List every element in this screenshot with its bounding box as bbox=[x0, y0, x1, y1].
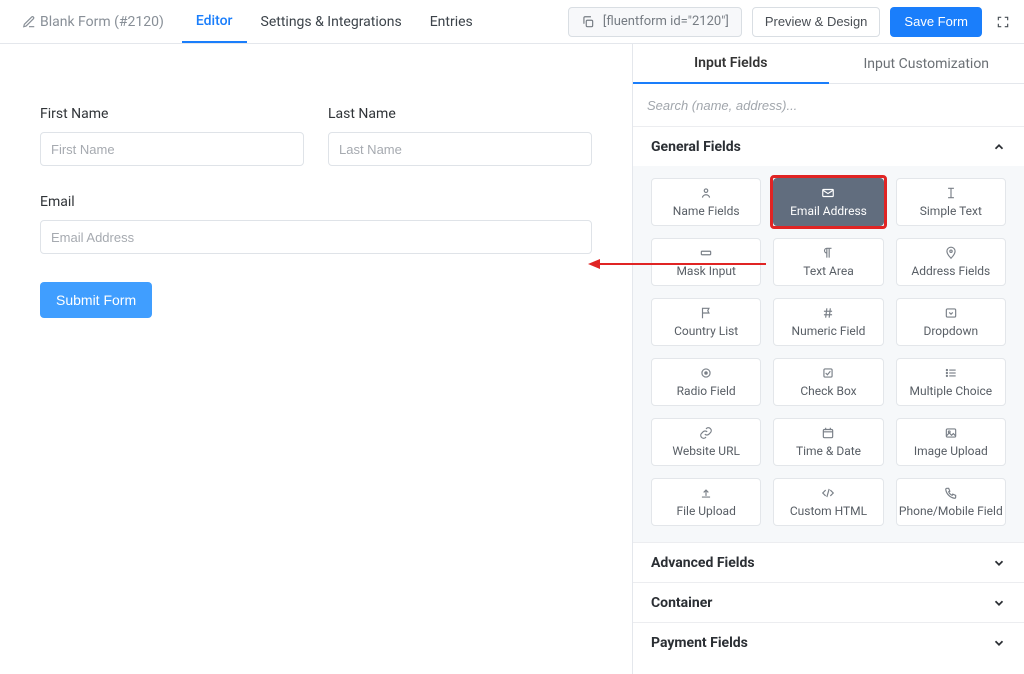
upload-icon bbox=[699, 486, 713, 500]
link-icon bbox=[699, 426, 713, 440]
tab-input-customization[interactable]: Input Customization bbox=[829, 44, 1024, 84]
envelope-icon bbox=[821, 186, 835, 200]
section-container[interactable]: Container bbox=[633, 582, 1024, 622]
section-advanced-label: Advanced Fields bbox=[651, 555, 755, 571]
tile-simple-text[interactable]: Simple Text bbox=[896, 178, 1006, 226]
tile-dropdown[interactable]: Dropdown bbox=[896, 298, 1006, 346]
chevron-down-icon bbox=[992, 636, 1006, 650]
top-right: [fluentform id="2120"] Preview & Design … bbox=[568, 7, 1014, 37]
section-general-label: General Fields bbox=[651, 139, 741, 155]
tile-email-address[interactable]: Email Address bbox=[773, 178, 883, 226]
tile-file-upload[interactable]: File Upload bbox=[651, 478, 761, 526]
email-label: Email bbox=[40, 194, 592, 210]
tile-address-fields[interactable]: Address Fields bbox=[896, 238, 1006, 286]
save-form-button[interactable]: Save Form bbox=[890, 7, 982, 37]
section-advanced-fields[interactable]: Advanced Fields bbox=[633, 542, 1024, 582]
last-name-label: Last Name bbox=[328, 106, 592, 122]
main-area: First Name Last Name Email Submit Form I… bbox=[0, 44, 1024, 674]
collapsed-sections: Advanced Fields Container Payment Fields bbox=[633, 542, 1024, 662]
email-input[interactable] bbox=[40, 220, 592, 254]
annotation-highlight bbox=[770, 175, 886, 229]
tile-country-list[interactable]: Country List bbox=[651, 298, 761, 346]
header-tabs: Editor Settings & Integrations Entries bbox=[182, 0, 487, 43]
shortcode-display[interactable]: [fluentform id="2120"] bbox=[568, 7, 742, 37]
phone-icon bbox=[944, 486, 958, 500]
text-cursor-icon bbox=[944, 186, 958, 200]
flag-icon bbox=[699, 306, 713, 320]
fullscreen-toggle[interactable] bbox=[992, 15, 1014, 29]
tile-time-date[interactable]: Time & Date bbox=[773, 418, 883, 466]
tab-entries[interactable]: Entries bbox=[416, 0, 487, 43]
sidebar-search-input[interactable] bbox=[647, 98, 1010, 113]
top-bar: Blank Form (#2120) Editor Settings & Int… bbox=[0, 0, 1024, 44]
chevron-down-icon bbox=[992, 596, 1006, 610]
copy-icon bbox=[581, 15, 595, 29]
code-icon bbox=[821, 486, 835, 500]
top-left: Blank Form (#2120) Editor Settings & Int… bbox=[22, 0, 487, 43]
email-field: Email bbox=[40, 194, 592, 254]
sidebar-tabs: Input Fields Input Customization bbox=[633, 44, 1024, 84]
section-general-fields[interactable]: General Fields bbox=[633, 126, 1024, 166]
list-check-icon bbox=[944, 366, 958, 380]
tile-textarea[interactable]: Text Area bbox=[773, 238, 883, 286]
general-fields-grid: Name Fields Email Address Simple Text Ma… bbox=[633, 166, 1024, 542]
name-row: First Name Last Name bbox=[40, 106, 592, 166]
rectangle-dash-icon bbox=[699, 246, 713, 260]
last-name-field: Last Name bbox=[328, 106, 592, 166]
radio-icon bbox=[699, 366, 713, 380]
hash-icon bbox=[821, 306, 835, 320]
first-name-field: First Name bbox=[40, 106, 304, 166]
chevron-in-box-icon bbox=[944, 306, 958, 320]
tile-phone-field[interactable]: Phone/Mobile Field bbox=[896, 478, 1006, 526]
section-payment-label: Payment Fields bbox=[651, 635, 748, 651]
tile-radio-field[interactable]: Radio Field bbox=[651, 358, 761, 406]
tab-input-fields[interactable]: Input Fields bbox=[633, 44, 829, 84]
tile-image-upload[interactable]: Image Upload bbox=[896, 418, 1006, 466]
preview-design-button[interactable]: Preview & Design bbox=[752, 7, 881, 37]
tab-settings-integrations[interactable]: Settings & Integrations bbox=[247, 0, 416, 43]
section-payment[interactable]: Payment Fields bbox=[633, 622, 1024, 662]
form-title[interactable]: Blank Form (#2120) bbox=[22, 14, 164, 30]
last-name-input[interactable] bbox=[328, 132, 592, 166]
tile-multiple-choice[interactable]: Multiple Choice bbox=[896, 358, 1006, 406]
shortcode-text: [fluentform id="2120"] bbox=[603, 14, 729, 29]
chevron-up-icon bbox=[992, 140, 1006, 154]
tile-numeric-field[interactable]: Numeric Field bbox=[773, 298, 883, 346]
sidebar-search-wrap bbox=[633, 84, 1024, 126]
tile-website-url[interactable]: Website URL bbox=[651, 418, 761, 466]
section-container-label: Container bbox=[651, 595, 712, 611]
expand-icon bbox=[996, 15, 1010, 29]
tile-checkbox[interactable]: Check Box bbox=[773, 358, 883, 406]
submit-form-button[interactable]: Submit Form bbox=[40, 282, 152, 318]
chevron-down-icon bbox=[992, 556, 1006, 570]
tile-mask-input[interactable]: Mask Input bbox=[651, 238, 761, 286]
form-canvas: First Name Last Name Email Submit Form bbox=[0, 44, 632, 674]
form-title-text: Blank Form (#2120) bbox=[40, 14, 164, 30]
first-name-label: First Name bbox=[40, 106, 304, 122]
sidebar-panel: Input Fields Input Customization General… bbox=[632, 44, 1024, 674]
location-pin-icon bbox=[944, 246, 958, 260]
tile-name-fields[interactable]: Name Fields bbox=[651, 178, 761, 226]
pencil-icon bbox=[22, 15, 36, 29]
image-icon bbox=[944, 426, 958, 440]
paragraph-icon bbox=[821, 246, 835, 260]
calendar-icon bbox=[821, 426, 835, 440]
tab-editor[interactable]: Editor bbox=[182, 0, 247, 43]
tile-custom-html[interactable]: Custom HTML bbox=[773, 478, 883, 526]
user-icon bbox=[699, 186, 713, 200]
first-name-input[interactable] bbox=[40, 132, 304, 166]
checkbox-icon bbox=[821, 366, 835, 380]
